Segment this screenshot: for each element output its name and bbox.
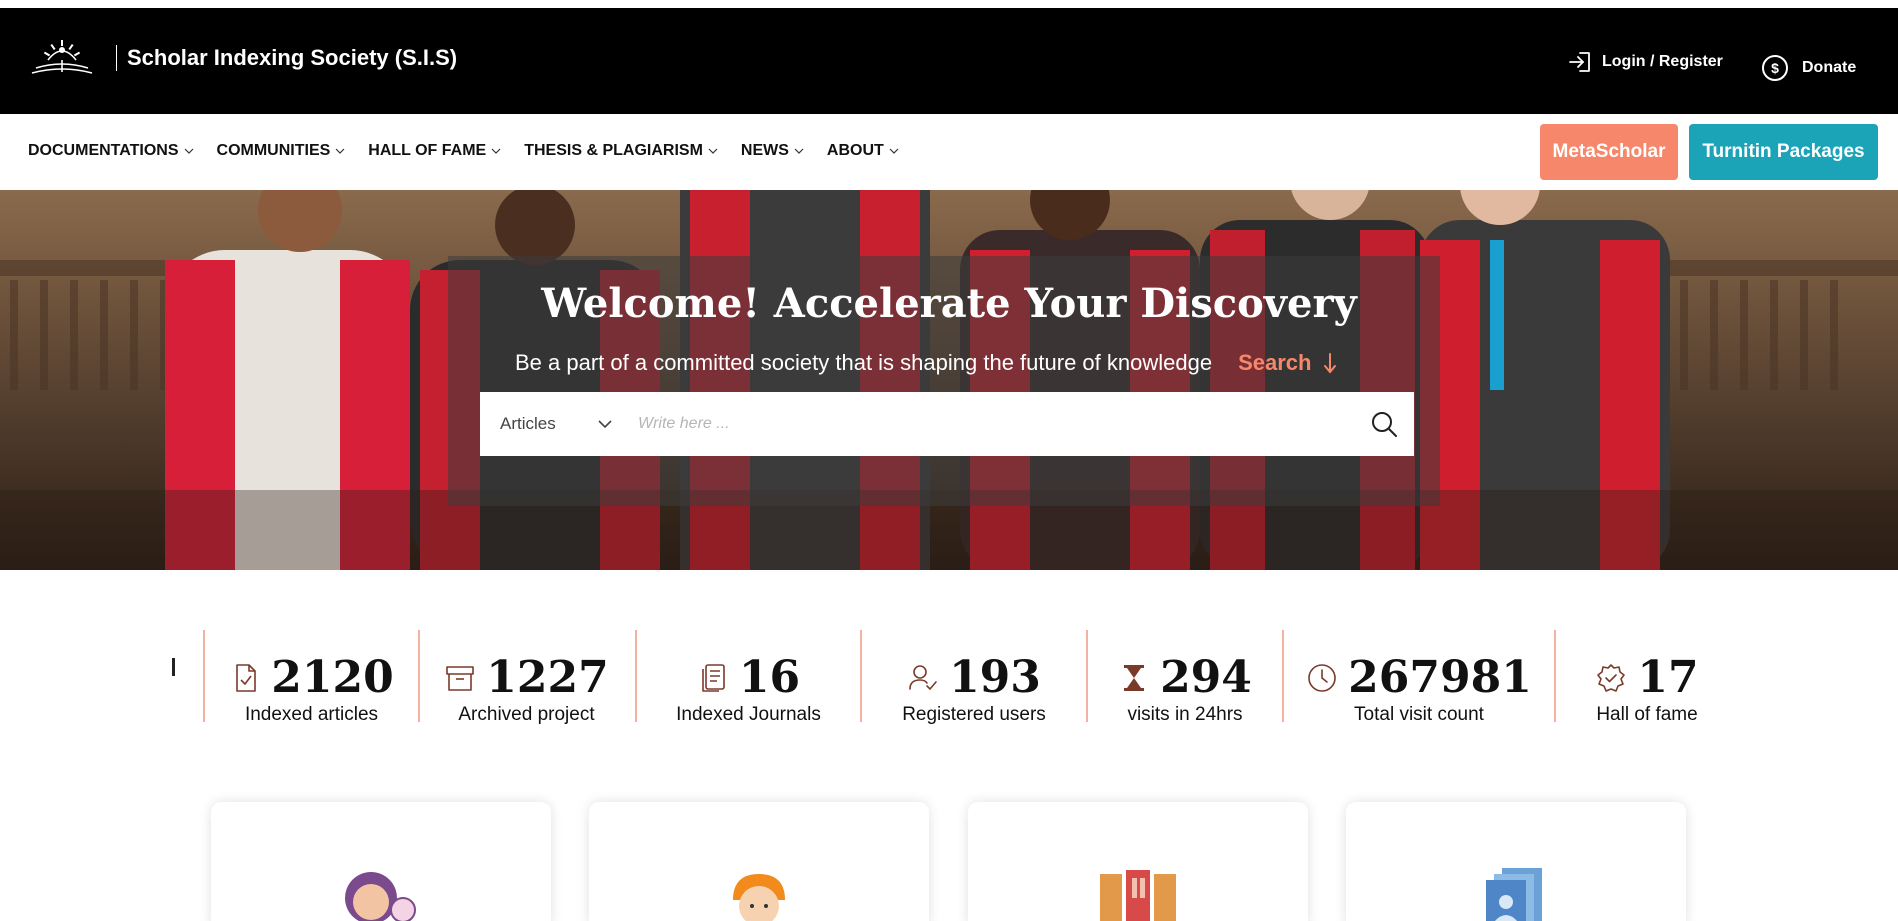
hero-banner: Welcome! Accelerate Your Discovery Be a … — [0, 190, 1898, 570]
arrow-down-icon — [1324, 353, 1337, 374]
books-icon — [1100, 870, 1176, 921]
feature-card[interactable] — [211, 802, 551, 921]
woman-avatar-icon — [345, 872, 416, 921]
chevron-down-icon — [794, 148, 804, 154]
nav-item-about[interactable]: ABOUT — [827, 142, 899, 160]
nav-item-thesis-plagiarism[interactable]: THESIS & PLAGIARISM — [524, 142, 718, 160]
file-check-icon — [236, 663, 257, 692]
archive-box-icon — [446, 665, 475, 691]
stat-value: 2120 — [271, 652, 394, 703]
stat-indexed-articles[interactable]: 2120 Indexed articles — [205, 630, 418, 725]
stat-label: Indexed Journals — [676, 704, 821, 725]
stat-total-visit-count[interactable]: 267981 Total visit count — [1284, 630, 1554, 725]
brand[interactable]: Scholar Indexing Society (S.I.S) — [28, 38, 457, 78]
nav-item-label: ABOUT — [826, 142, 884, 159]
main-navigation: DOCUMENTATIONS COMMUNITIES HALL OF FAME … — [0, 114, 1898, 190]
stat-value: 193 — [949, 652, 1041, 703]
chevron-down-icon — [598, 420, 612, 428]
hero-subtitle-row: Be a part of a committed society that is… — [515, 348, 1337, 378]
feature-card[interactable] — [1346, 802, 1686, 921]
nav-item-hall-of-fame[interactable]: HALL OF FAME — [368, 142, 501, 160]
stat-value: 294 — [1160, 652, 1252, 703]
society-logo-icon — [31, 40, 93, 74]
stat-value: 267981 — [1348, 652, 1532, 703]
hero-title: Welcome! Accelerate Your Discovery — [541, 280, 1357, 327]
chevron-down-icon — [335, 148, 345, 154]
nav-item-label: COMMUNITIES — [216, 142, 331, 159]
nav-item-label: DOCUMENTATIONS — [28, 142, 179, 159]
stat-value: 1227 — [486, 652, 609, 703]
feature-cards — [0, 802, 1898, 921]
man-avatar-icon — [733, 874, 785, 921]
carousel-edge-marker — [172, 658, 175, 676]
search-input[interactable] — [626, 392, 1354, 456]
hero-search-label: Search — [1238, 350, 1312, 375]
stat-label: Hall of fame — [1596, 704, 1698, 725]
nav-item-label: THESIS & PLAGIARISM — [524, 142, 703, 159]
sign-in-icon — [1569, 52, 1590, 72]
stat-value: 17 — [1637, 652, 1699, 703]
login-register-label: Login / Register — [1602, 53, 1723, 70]
search-category-select[interactable]: Articles — [480, 392, 626, 456]
chevron-down-icon — [889, 148, 899, 154]
hero-search-link[interactable]: Search — [1238, 350, 1337, 376]
stat-label: Registered users — [902, 704, 1046, 725]
chevron-down-icon — [184, 148, 193, 154]
chevron-down-icon — [708, 148, 718, 154]
donate-link[interactable]: $ Donate — [1762, 54, 1856, 82]
statistics-strip: 2120 Indexed articles 1227 Archived proj… — [0, 620, 1898, 730]
user-check-icon — [909, 664, 937, 690]
turnitin-packages-button[interactable]: Turnitin Packages — [1689, 124, 1878, 180]
brand-separator — [116, 45, 117, 71]
stat-label: visits in 24hrs — [1127, 704, 1243, 725]
badge-check-icon — [1597, 663, 1626, 692]
nav-item-news[interactable]: NEWS — [741, 142, 804, 160]
stat-label: Indexed articles — [244, 704, 379, 725]
hero-subtitle: Be a part of a committed society that is… — [515, 350, 1213, 375]
donate-label: Donate — [1802, 59, 1857, 76]
nav-item-documentations[interactable]: DOCUMENTATIONS — [28, 142, 194, 160]
search-icon — [1372, 412, 1397, 437]
nav-item-label: HALL OF FAME — [368, 142, 487, 159]
dollar-coin-icon: $ — [1762, 55, 1788, 81]
clock-icon — [1308, 663, 1336, 692]
search-category-value: Articles — [500, 414, 556, 433]
top-strip — [0, 0, 1898, 8]
stat-label: Total visit count — [1354, 704, 1484, 725]
site-header: Scholar Indexing Society (S.I.S) Login /… — [0, 8, 1898, 114]
chevron-down-icon — [491, 148, 501, 154]
hourglass-icon — [1124, 664, 1145, 691]
profile-document-icon — [1486, 868, 1542, 921]
nav-item-label: NEWS — [740, 142, 789, 159]
login-register-link[interactable]: Login / Register — [1568, 49, 1723, 75]
feature-card[interactable] — [968, 802, 1308, 921]
stat-visits-24hrs[interactable]: 294 visits in 24hrs — [1088, 630, 1282, 725]
stat-indexed-journals[interactable]: 16 Indexed Journals — [637, 630, 860, 725]
metascholar-button[interactable]: MetaScholar — [1540, 124, 1678, 180]
site-name[interactable]: Scholar Indexing Society (S.I.S) — [127, 45, 457, 71]
feature-card[interactable] — [589, 802, 929, 921]
search-button[interactable] — [1354, 392, 1414, 456]
notebook-stack-icon — [702, 663, 725, 692]
stat-label: Archived project — [458, 704, 595, 725]
stat-archived-project[interactable]: 1227 Archived project — [420, 630, 633, 725]
stat-value: 16 — [738, 652, 801, 703]
stat-registered-users[interactable]: 193 Registered users — [862, 630, 1086, 725]
search-bar: Articles — [480, 392, 1414, 456]
nav-item-communities[interactable]: COMMUNITIES — [217, 142, 346, 160]
stat-hall-of-fame[interactable]: 17 Hall of fame — [1556, 630, 1738, 725]
